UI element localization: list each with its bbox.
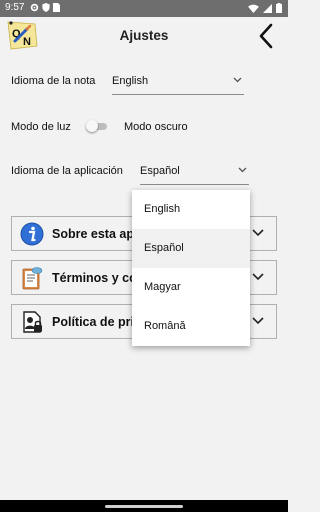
shield-icon <box>42 3 50 12</box>
app-header: Q N Ajustes <box>0 17 288 55</box>
status-time: 9:57 <box>5 2 25 13</box>
chevron-down-icon <box>233 77 242 83</box>
app-language-select[interactable]: Español <box>140 159 249 185</box>
home-gesture-handle[interactable] <box>105 505 183 508</box>
page-title: Ajustes <box>119 28 169 43</box>
system-nav-bar <box>0 500 288 512</box>
info-icon <box>20 222 44 246</box>
chevron-down-icon <box>252 317 264 325</box>
dark-mode-toggle[interactable] <box>86 120 108 132</box>
settings-icon <box>30 3 39 12</box>
privacy-label: Política de priv <box>52 315 141 329</box>
language-option-magyar[interactable]: Magyar <box>132 268 250 307</box>
privacy-icon <box>23 311 42 333</box>
chevron-down-icon <box>252 229 264 237</box>
note-language-value: English <box>112 75 149 87</box>
dark-mode-label: Modo oscuro <box>124 121 188 133</box>
language-option-espanol[interactable]: Español <box>132 229 250 268</box>
document-icon <box>22 267 43 290</box>
battery-icon <box>276 3 282 13</box>
app-language-dropdown: English Español Magyar Română <box>132 190 250 346</box>
chevron-down-icon <box>252 273 264 281</box>
toggle-thumb <box>86 120 98 132</box>
back-button[interactable] <box>252 21 280 51</box>
about-app-label: Sobre esta apl <box>52 227 138 241</box>
status-bar: 9:57 <box>0 0 288 17</box>
chevron-left-icon <box>259 23 273 49</box>
note-language-select[interactable]: English <box>112 69 244 95</box>
language-option-romana[interactable]: Română <box>132 307 250 346</box>
app-language-value: Español <box>140 165 180 177</box>
light-mode-label: Modo de luz <box>11 121 71 133</box>
terms-label: Términos y co <box>52 271 137 285</box>
app-language-label: Idioma de la aplicación <box>11 165 123 177</box>
note-language-label: Idioma de la nota <box>11 75 96 87</box>
language-option-english[interactable]: English <box>132 190 250 229</box>
chevron-down-icon <box>238 167 247 173</box>
wifi-icon <box>248 4 259 13</box>
sim-card-icon <box>53 3 60 12</box>
cell-signal-icon <box>263 3 272 13</box>
